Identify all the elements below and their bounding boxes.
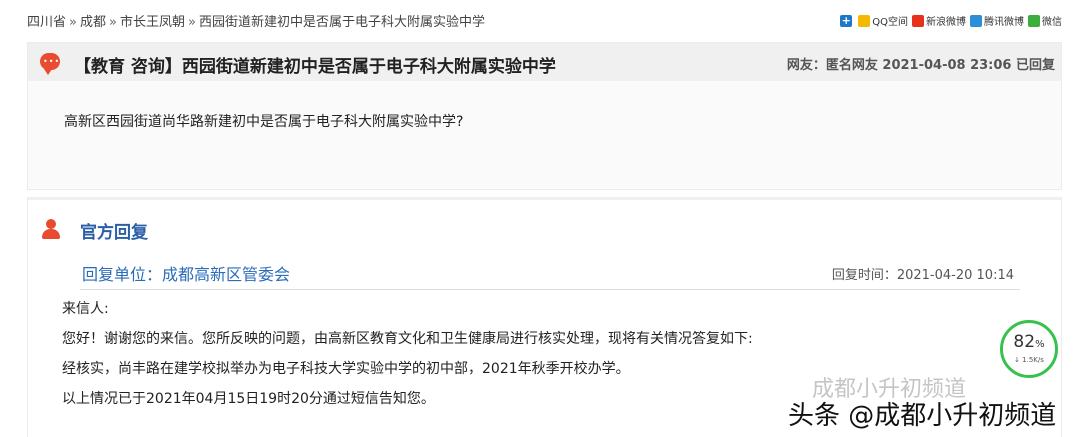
network-speed-widget[interactable]: 82% ↓ 1.5K/s <box>1000 320 1058 378</box>
reply-title: 官方回复 <box>80 223 148 243</box>
reply-unit-row: 回复单位：成都高新区管委会 回复时间：2021-04-20 10:14 <box>80 259 1020 290</box>
breadcrumb-city[interactable]: 成都 <box>80 15 106 30</box>
share-wechat-label: 微信 <box>1042 17 1062 28</box>
reply-time: 回复时间：2021-04-20 10:14 <box>831 268 1014 283</box>
share-sina-label: 新浪微博 <box>926 17 966 28</box>
tencent-weibo-icon <box>970 14 982 27</box>
wechat-icon <box>1028 14 1040 27</box>
breadcrumb-separator: » <box>69 15 77 30</box>
question-panel: ••• 【教育 咨询】西园街道新建初中是否属于电子科大附属实验中学 网友：匿名网… <box>27 42 1062 190</box>
breadcrumb: 四川省» 成都» 市长王凤朝» 西园街道新建初中是否属于电子科大附属实验中学 <box>27 11 485 30</box>
breadcrumb-current: 西园街道新建初中是否属于电子科大附属实验中学 <box>198 15 485 30</box>
speed-rate: ↓ 1.5K/s <box>1014 356 1044 364</box>
share-sina-button[interactable]: 新浪微博 <box>912 13 966 28</box>
share-tencent-button[interactable]: 腾讯微博 <box>970 13 1024 28</box>
share-qq-button[interactable]: QQ空间 <box>858 13 908 28</box>
reply-line-salutation: 来信人: <box>62 301 109 317</box>
reply-unit: 回复单位：成都高新区管委会 <box>82 265 291 284</box>
breadcrumb-mayor[interactable]: 市长王凤朝 <box>120 15 185 30</box>
question-meta: 网友：匿名网友 2021-04-08 23:06 已回复 <box>786 58 1055 73</box>
reply-line-intro: 您好！谢谢您的来信。您所反映的问题，由高新区教育文化和卫生健康局进行核实处理，现… <box>62 331 753 347</box>
qzone-icon <box>858 14 871 27</box>
breadcrumb-separator: » <box>187 15 196 30</box>
reply-line-finding: 经核实，尚丰路在建学校拟举办为电子科技大学实验中学的初中部，2021年秋季开校办… <box>62 361 630 377</box>
speed-percent: 82% <box>1013 332 1045 352</box>
reply-line-notice: 以上情况已于2021年04月15日19时20分通过短信告知您。 <box>62 391 435 407</box>
plus-icon: + <box>840 13 853 27</box>
share-qq-label: QQ空间 <box>872 17 908 28</box>
top-bar: 四川省» 成都» 市长王凤朝» 西园街道新建初中是否属于电子科大附属实验中学 + QQ… <box>0 0 1080 38</box>
share-more-button[interactable]: + <box>840 13 854 27</box>
user-icon <box>42 219 60 239</box>
toutiao-watermark: 头条 @成都小升初频道 <box>788 401 1057 431</box>
share-tencent-label: 腾讯微博 <box>984 17 1024 28</box>
question-body: 高新区西园街道尚华路新建初中是否属于电子科大附属实验中学? <box>64 114 464 130</box>
question-header: ••• 【教育 咨询】西园街道新建初中是否属于电子科大附属实验中学 网友：匿名网… <box>28 43 1061 81</box>
weibo-icon <box>912 14 924 27</box>
breadcrumb-separator: » <box>109 15 117 30</box>
question-title: 【教育 咨询】西园街道新建初中是否属于电子科大附属实验中学 <box>74 57 556 77</box>
share-wechat-button[interactable]: 微信 <box>1028 13 1062 28</box>
share-bar: + QQ空间 新浪微博 腾讯微博 微信 <box>836 13 1062 28</box>
breadcrumb-province[interactable]: 四川省 <box>27 15 66 30</box>
speech-bubble-icon: ••• <box>40 53 60 75</box>
